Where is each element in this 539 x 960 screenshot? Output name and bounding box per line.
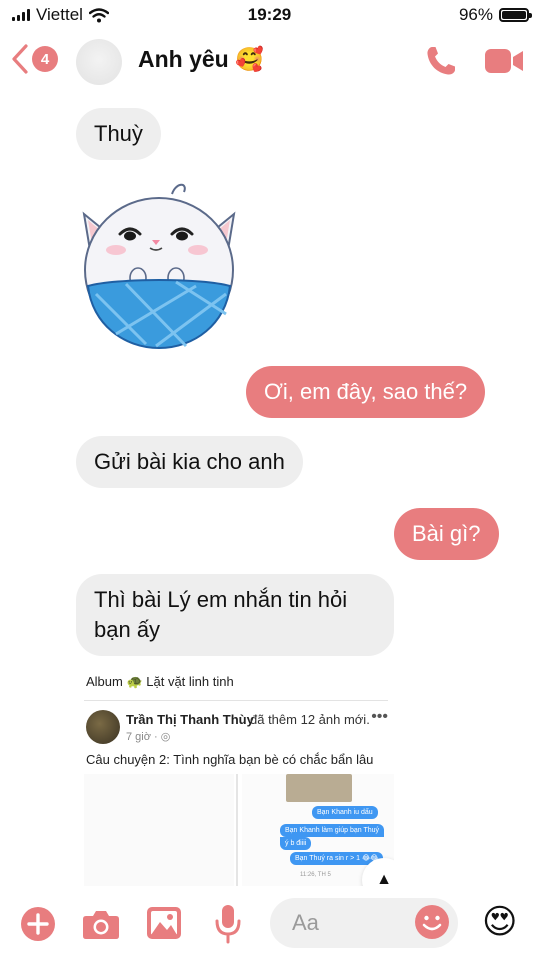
post-time: 7 giờ · ◎: [126, 731, 171, 743]
chat-message: ý b điiii: [280, 837, 312, 850]
chevron-left-icon: [12, 44, 28, 74]
post-author: Trần Thị Thanh Thùy: [126, 712, 254, 727]
message-input[interactable]: Aa: [270, 898, 458, 948]
composer-toolbar: Aa 😍: [0, 886, 539, 960]
unread-count-badge: 4: [32, 46, 58, 72]
post-photo-left: [84, 774, 234, 887]
message-bubble-incoming[interactable]: Thuỳ: [76, 108, 161, 160]
post-author-avatar: [86, 710, 120, 744]
camera-icon[interactable]: [82, 908, 120, 940]
message-bubble-outgoing[interactable]: Ơi, em đây, sao thế?: [246, 366, 486, 418]
phone-icon[interactable]: [424, 44, 458, 78]
message-bubble-outgoing[interactable]: Bài gì?: [394, 508, 499, 560]
message-input-placeholder: Aa: [292, 910, 319, 935]
video-call-icon[interactable]: [484, 46, 524, 76]
post-action: đã thêm 12 ảnh mới.: [250, 712, 370, 727]
message-bubble-incoming[interactable]: Thì bài Lý em nhắn tin hỏi bạn ấy: [76, 574, 394, 656]
status-bar: Viettel 19:29 96%: [0, 0, 539, 30]
microphone-icon[interactable]: [214, 904, 242, 944]
shared-image[interactable]: Album 🐢 Lặt vặt linh tinh Trần Thị Thanh…: [76, 662, 394, 887]
album-label: Album 🐢 Lặt vặt linh tinh: [86, 674, 234, 689]
battery-info: 96%: [458, 5, 532, 25]
chat-message: Bạn Khanh làm giúp bạn Thuý: [280, 824, 385, 837]
notebook-photo: [286, 774, 352, 802]
message-text: Ơi, em đây, sao thế?: [264, 379, 468, 404]
emoji-picker-icon[interactable]: [414, 904, 450, 940]
post-photo-chat-screenshot: Bạn Khanh iu dấu Bạn Khanh làm giúp bạn …: [242, 774, 394, 887]
gallery-icon[interactable]: [146, 906, 182, 940]
plus-icon[interactable]: [20, 906, 56, 942]
hamster-sticker[interactable]: [76, 174, 242, 354]
post-caption: Câu chuyện 2: Tình nghĩa bạn bè có chắc …: [86, 752, 374, 767]
quick-reaction-button[interactable]: 😍: [482, 902, 517, 942]
message-text: Thì bài Lý em nhắn tin hỏi bạn ấy: [94, 587, 348, 642]
more-options-icon: •••: [371, 708, 388, 725]
message-bubble-incoming[interactable]: Gửi bài kia cho anh: [76, 436, 303, 488]
chat-timestamp: 11:26, TH 5: [300, 872, 331, 878]
chat-message: Bạn Khanh iu dấu: [312, 806, 378, 819]
conversation-header: 4 Anh yêu 🥰: [0, 30, 539, 92]
back-button[interactable]: 4: [10, 42, 58, 76]
contact-name[interactable]: Anh yêu 🥰: [138, 46, 264, 73]
divider: [84, 700, 388, 701]
avatar[interactable]: [76, 39, 122, 85]
message-text: Thuỳ: [94, 121, 143, 146]
battery-icon: [499, 8, 532, 22]
globe-icon: ◎: [160, 731, 171, 743]
message-text: Bài gì?: [412, 521, 481, 546]
photo-divider: [236, 774, 238, 887]
battery-percent: 96%: [458, 5, 493, 24]
message-text: Gửi bài kia cho anh: [94, 449, 285, 474]
